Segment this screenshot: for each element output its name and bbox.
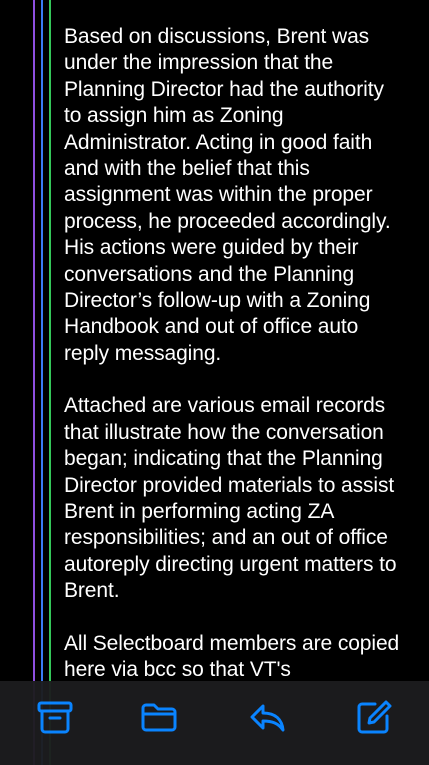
quote-level-bar-2	[41, 0, 43, 765]
bottom-toolbar	[0, 681, 429, 765]
archive-icon	[37, 701, 73, 734]
compose-button[interactable]	[354, 697, 394, 737]
quote-level-bar-1	[33, 0, 35, 765]
reply-icon	[250, 704, 285, 732]
message-paragraph: Based on discussions, Brent was under th…	[64, 25, 391, 365]
message-paragraph: All Selectboard members are copied here …	[64, 631, 400, 681]
email-message-view: Based on discussions, Brent was under th…	[0, 0, 429, 765]
move-to-folder-button[interactable]	[139, 697, 179, 737]
message-body: Based on discussions, Brent was under th…	[64, 24, 404, 709]
reply-button[interactable]	[247, 697, 287, 737]
archive-button[interactable]	[35, 697, 75, 737]
compose-icon	[357, 700, 392, 734]
quote-level-bar-3	[49, 0, 51, 765]
folder-icon	[141, 703, 177, 732]
message-paragraph: Attached are various email records that …	[64, 394, 397, 603]
